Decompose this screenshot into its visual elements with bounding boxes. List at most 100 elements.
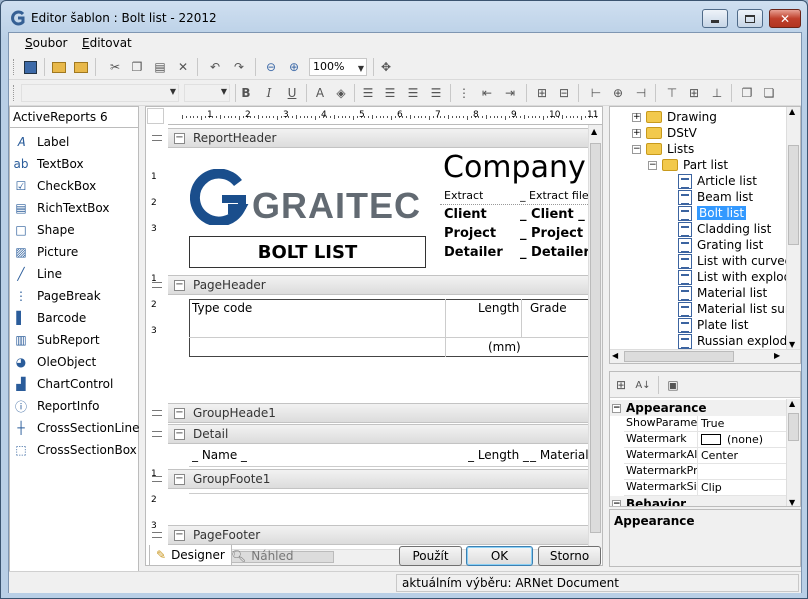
scroll-thumb[interactable] xyxy=(788,145,799,245)
tool-subreport[interactable]: ▥ SubReport xyxy=(13,330,99,350)
collapse-icon[interactable]: − xyxy=(174,473,185,485)
redo-button[interactable]: ↷ xyxy=(230,58,248,76)
report-designer[interactable]: 1 2 3 4 5 6 7 8 9 10 11 123123123 − ReportHeader GR… xyxy=(145,106,603,566)
tree-item[interactable]: Article list xyxy=(664,173,757,189)
column-length-unit[interactable]: (mm) xyxy=(488,340,521,354)
property-row[interactable]: ShowParametersTrue xyxy=(624,416,786,432)
tree-item[interactable]: Plate list xyxy=(664,317,748,333)
zoom-in-button[interactable]: ⊕ xyxy=(285,58,303,76)
tool-crosssectionline[interactable]: ┼ CrossSectionLine xyxy=(13,418,139,438)
bullets-button[interactable]: ⋮ xyxy=(455,84,473,102)
info-value-detailer[interactable]: _ Detailer _ xyxy=(520,245,590,260)
indent-button[interactable]: ⇥ xyxy=(501,84,519,102)
tool-label[interactable]: 𝐴 Label xyxy=(13,132,69,152)
scroll-down-icon[interactable]: ▼ xyxy=(789,498,795,506)
title-bar[interactable]: Editor šablon : Bolt list - 22012 ✕ xyxy=(1,1,807,33)
italic-button[interactable]: I xyxy=(260,84,278,102)
property-row[interactable]: Watermark (none) xyxy=(624,432,786,448)
tool-crosssectionbox[interactable]: ⬚ CrossSectionBox xyxy=(13,440,136,460)
tool-picture[interactable]: ▨ Picture xyxy=(13,242,78,262)
tree-item[interactable]: List with explode xyxy=(664,269,799,285)
section-grip[interactable] xyxy=(152,476,162,482)
property-pages-button[interactable]: ▣ xyxy=(664,376,682,394)
tab-designer[interactable]: ✎ Designer xyxy=(149,545,232,566)
scroll-right-icon[interactable]: ▶ xyxy=(774,351,780,360)
category-behavior[interactable]: − Behavior xyxy=(610,496,786,506)
property-row[interactable]: WatermarkSizeModeClip xyxy=(624,480,786,496)
ok-button[interactable]: OK xyxy=(466,546,533,566)
delete-button[interactable]: ✕ xyxy=(174,58,192,76)
align-tops-button[interactable]: ⊤ xyxy=(663,84,681,102)
align-middles-button[interactable]: ⊞ xyxy=(685,84,703,102)
snap-grid-button[interactable]: ⊞ xyxy=(533,84,551,102)
expand-icon[interactable]: + xyxy=(632,128,641,138)
template-tree[interactable]: + Drawing + DStV − Lists − Part list Article lis… xyxy=(609,106,801,364)
tool-chartcontrol[interactable]: ▟ ChartControl xyxy=(13,374,113,394)
tree-item[interactable]: + DStV xyxy=(632,125,697,141)
underline-button[interactable]: U xyxy=(283,84,301,102)
tool-barcode[interactable]: ▌ Barcode xyxy=(13,308,86,328)
menu-file[interactable]: Soubor xyxy=(25,36,67,50)
tool-oleobject[interactable]: ◕ OleObject xyxy=(13,352,97,372)
collapse-icon[interactable]: − xyxy=(174,132,185,144)
scroll-down-icon[interactable]: ▼ xyxy=(789,340,795,349)
outdent-button[interactable]: ⇤ xyxy=(478,84,496,102)
scroll-up-icon[interactable]: ▲ xyxy=(789,107,795,116)
property-scrollbar[interactable]: ▲ ▼ xyxy=(786,399,800,506)
tree-item[interactable]: Beam list xyxy=(664,189,753,205)
info-label-project[interactable]: Project xyxy=(444,226,496,241)
alphabetical-button[interactable]: A↓ xyxy=(634,376,652,394)
apply-button[interactable]: Použít xyxy=(399,546,462,566)
align-grid-button[interactable]: ⊟ xyxy=(555,84,573,102)
report-title[interactable]: BOLT LIST xyxy=(189,236,426,268)
section-page-header[interactable]: − PageHeader xyxy=(168,275,590,295)
designer-vertical-scrollbar[interactable]: ▲ xyxy=(588,125,602,549)
tree-horizontal-scrollbar[interactable]: ◀ ▶ xyxy=(610,349,800,363)
collapse-icon[interactable]: − xyxy=(632,144,641,154)
align-bottoms-button[interactable]: ⊥ xyxy=(708,84,726,102)
tree-item[interactable]: List with curved xyxy=(664,253,792,269)
tree-item[interactable]: − Part list xyxy=(648,157,728,173)
style-combo[interactable]: ▼ xyxy=(21,84,179,102)
section-grip[interactable] xyxy=(152,282,162,288)
field-name[interactable]: _ Name _ xyxy=(192,448,247,462)
info-label-detailer[interactable]: Detailer xyxy=(444,245,503,260)
property-value[interactable]: Clip xyxy=(698,480,722,495)
info-value-project[interactable]: _ Project n xyxy=(520,226,590,241)
toolbar-grip[interactable] xyxy=(13,85,16,101)
tool-line[interactable]: ╱ Line xyxy=(13,264,62,284)
bring-front-button[interactable]: ❐ xyxy=(738,84,756,102)
align-rights-button[interactable]: ⊣ xyxy=(632,84,650,102)
scroll-thumb[interactable] xyxy=(788,413,799,441)
fit-button[interactable]: ✥ xyxy=(377,58,395,76)
tool-pagebreak[interactable]: ⋮ PageBreak xyxy=(13,286,101,306)
property-row[interactable]: WatermarkPrintOnPages xyxy=(624,464,786,480)
section-grip[interactable] xyxy=(152,431,162,437)
tool-checkbox[interactable]: ☑ CheckBox xyxy=(13,176,97,196)
tool-richtextbox[interactable]: ▤ RichTextBox xyxy=(13,198,109,218)
scroll-up-icon[interactable]: ▲ xyxy=(789,399,795,408)
categorized-button[interactable]: ⊞ xyxy=(612,376,630,394)
property-row[interactable]: WatermarkAlignmentCenter xyxy=(624,448,786,464)
section-grip[interactable] xyxy=(152,410,162,416)
category-appearance[interactable]: − Appearance xyxy=(610,400,786,416)
collapse-icon[interactable]: − xyxy=(174,428,185,440)
property-value[interactable] xyxy=(698,464,701,479)
tree-item[interactable]: Russian explode xyxy=(664,333,795,349)
info-label-client[interactable]: Client xyxy=(444,207,487,222)
tool-textbox[interactable]: ab TextBox xyxy=(13,154,84,174)
fill-color-button[interactable]: ◈ xyxy=(332,84,350,102)
toolbar-grip[interactable] xyxy=(13,59,16,75)
paste-button[interactable]: ▤ xyxy=(151,58,169,76)
font-color-button[interactable]: A xyxy=(311,84,329,102)
tree-vertical-scrollbar[interactable]: ▲ ▼ xyxy=(786,107,800,349)
maximize-button[interactable] xyxy=(737,9,763,28)
field-material[interactable]: _ Material xyxy=(530,448,589,462)
field-length[interactable]: _ Length _ xyxy=(468,448,529,462)
undo-button[interactable]: ↶ xyxy=(206,58,224,76)
section-grip[interactable] xyxy=(152,135,162,141)
align-left-button[interactable]: ☰ xyxy=(359,84,377,102)
section-group-footer[interactable]: − GroupFoote1 xyxy=(168,469,590,489)
tree-item[interactable]: Material list summ xyxy=(664,301,800,317)
justify-button[interactable]: ☰ xyxy=(427,84,445,102)
